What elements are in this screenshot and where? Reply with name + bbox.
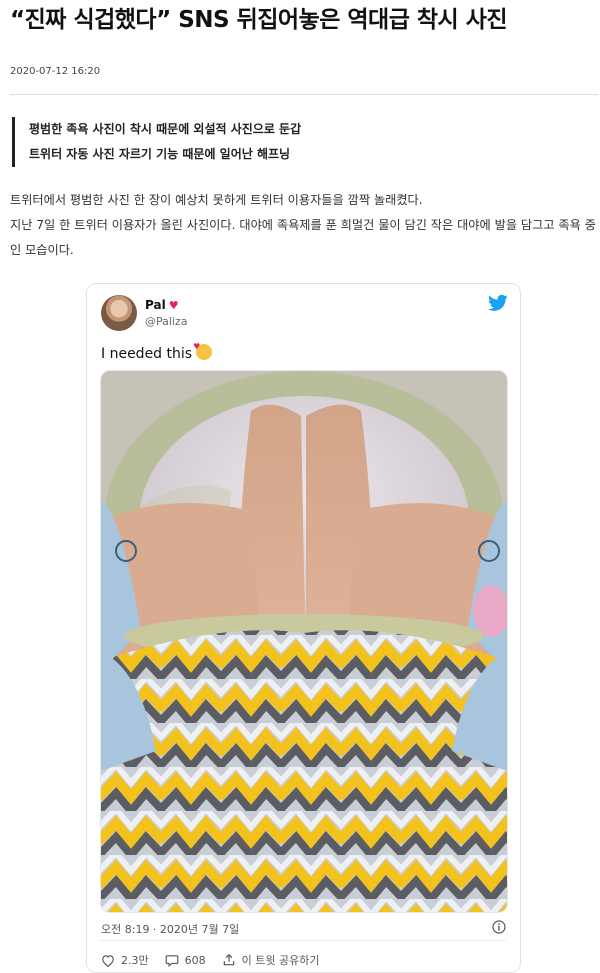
avatar[interactable] bbox=[101, 295, 137, 331]
tweet-text-content: I needed this bbox=[101, 346, 193, 362]
like-button[interactable]: 2.3만 bbox=[101, 952, 149, 968]
info-circle-icon[interactable] bbox=[492, 920, 506, 934]
tweet-timestamp[interactable]: 오전 8:19 · 2020년 7월 7일 bbox=[101, 921, 239, 937]
body-paragraph: 트위터에서 평범한 사진 한 장이 예상치 못하게 트위터 이용자들을 깜짝 놀… bbox=[10, 193, 423, 207]
speech-bubble-icon bbox=[165, 954, 179, 967]
foot-bath-photo bbox=[101, 371, 507, 912]
share-label: 이 트윗 공유하기 bbox=[241, 954, 320, 967]
tweet-author-handle[interactable]: @Paliza bbox=[145, 315, 188, 328]
reply-count: 608 bbox=[184, 953, 206, 967]
summary-line: 트위터 자동 사진 자르기 기능 때문에 일어난 해프닝 bbox=[29, 147, 291, 161]
tweet-photo[interactable] bbox=[100, 370, 508, 913]
tweet-actions: 2.3만 608 이 트윗 공유하기 bbox=[101, 952, 335, 968]
article-date: 2020-07-12 16:20 bbox=[10, 66, 101, 77]
embedded-tweet[interactable]: Pal ♥ @Paliza I needed this♥ 오전 8:19 · 2… bbox=[86, 283, 521, 973]
tweet-text: I needed this bbox=[101, 342, 213, 362]
article-body: 트위터에서 평범한 사진 한 장이 예상치 못하게 트위터 이용자들을 깜짝 놀… bbox=[10, 188, 598, 263]
article-headline: “진짜 식겁했다” SNS 뒤집어놓은 역대급 착시 사진 bbox=[10, 7, 508, 33]
divider bbox=[100, 940, 506, 941]
reply-button[interactable]: 608 bbox=[165, 954, 206, 967]
author-name-text: Pal bbox=[145, 298, 166, 312]
divider bbox=[10, 94, 598, 95]
twitter-bird-icon[interactable] bbox=[488, 294, 508, 312]
tweet-author-name[interactable]: Pal ♥ bbox=[145, 298, 179, 312]
body-paragraph: 지난 7일 한 트위터 이용자가 올린 사진이다. 대야에 족욕제를 푼 희멀건… bbox=[10, 218, 596, 257]
summary-line: 평범한 족욕 사진이 착시 때문에 외설적 사진으로 둔갑 bbox=[29, 122, 302, 136]
article-summary: 평범한 족욕 사진이 착시 때문에 외설적 사진으로 둔갑 트위터 자동 사진 … bbox=[12, 117, 301, 167]
share-arrow-icon bbox=[223, 953, 234, 966]
smiling-face-with-hearts-icon bbox=[193, 342, 213, 360]
share-button[interactable]: 이 트윗 공유하기 bbox=[222, 952, 320, 968]
heart-icon: ♥ bbox=[168, 299, 179, 312]
heart-icon bbox=[102, 954, 114, 967]
like-count: 2.3만 bbox=[121, 954, 149, 967]
